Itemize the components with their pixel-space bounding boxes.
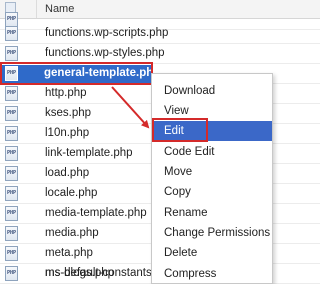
- menu-item-move[interactable]: Move: [152, 162, 272, 182]
- php-file-icon: PHP: [5, 186, 18, 201]
- file-name: l10n.php: [45, 127, 90, 139]
- menu-item-code-edit[interactable]: Code Edit: [152, 142, 272, 162]
- file-name: meta.php: [45, 247, 93, 259]
- php-file-icon: PHP: [5, 66, 18, 81]
- file-name: general-template.php: [44, 67, 161, 79]
- menu-item-view[interactable]: View: [152, 101, 272, 121]
- context-menu: Download View Edit Code Edit Move Copy R…: [151, 73, 273, 284]
- php-file-icon: PHP: [5, 226, 18, 241]
- php-file-icon: PHP: [5, 206, 18, 221]
- file-name: media.php: [45, 227, 99, 239]
- php-file-icon: PHP: [5, 246, 18, 261]
- file-row[interactable]: PHP functions.wp-styles.php: [0, 44, 320, 64]
- php-file-icon: PHP: [5, 46, 18, 61]
- menu-item-copy[interactable]: Copy: [152, 182, 272, 202]
- file-name: functions.wp-scripts.php: [45, 27, 169, 39]
- menu-item-compress[interactable]: Compress: [152, 264, 272, 284]
- php-file-icon: PHP: [5, 266, 18, 281]
- menu-item-download[interactable]: Download: [152, 81, 272, 101]
- php-file-icon: PHP: [5, 126, 18, 141]
- php-file-icon: PHP: [5, 146, 18, 161]
- file-name: http.php: [45, 87, 87, 99]
- file-name: load.php: [45, 167, 90, 179]
- file-name: functions.wp-styles.php: [45, 47, 165, 59]
- menu-item-rename[interactable]: Rename: [152, 203, 272, 223]
- file-name: locale.php: [45, 187, 98, 199]
- file-name: media-template.php: [45, 207, 147, 219]
- php-file-icon: PHP: [5, 26, 18, 41]
- file-row[interactable]: PHP functions.wp-scripts.php: [0, 24, 320, 44]
- php-file-icon: PHP: [5, 106, 18, 121]
- menu-item-edit[interactable]: Edit: [152, 121, 272, 141]
- php-file-icon: PHP: [5, 86, 18, 101]
- php-file-icon: PHP: [5, 166, 18, 181]
- file-name: link-template.php: [45, 147, 133, 159]
- file-name: kses.php: [45, 107, 92, 119]
- menu-item-change-permissions[interactable]: Change Permissions: [152, 223, 272, 243]
- menu-item-delete[interactable]: Delete: [152, 243, 272, 263]
